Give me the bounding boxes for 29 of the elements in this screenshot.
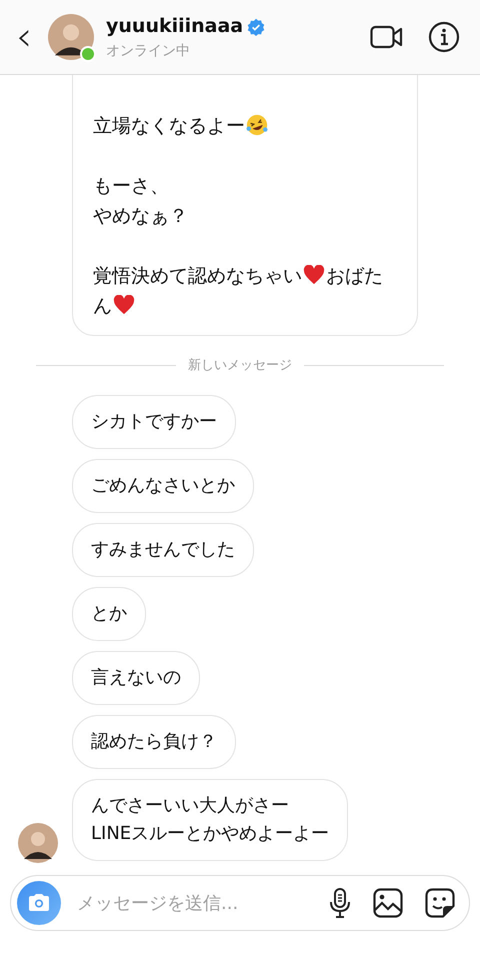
sticker-icon[interactable] [425, 888, 455, 918]
message-text: もーさ、 やめなぁ？ [93, 174, 189, 228]
message-text: 言えないの [91, 666, 181, 690]
laughing-face-icon [246, 114, 268, 136]
message-text: 認めたら負け？ [91, 730, 217, 754]
video-call-icon[interactable] [370, 24, 404, 50]
message-text: ごめんなさいとか [91, 474, 235, 498]
back-button[interactable]: ‹ [12, 17, 36, 57]
message-text: んでさーいい大人がさー [91, 794, 290, 818]
new-messages-divider-label: 新しいメッセージ [188, 356, 292, 374]
image-icon[interactable] [373, 888, 403, 918]
info-icon[interactable] [428, 21, 460, 53]
camera-icon [27, 893, 51, 913]
microphone-icon[interactable] [329, 887, 351, 919]
message-text: LINEスルーとかやめよーよー [91, 822, 330, 846]
heart-icon [113, 294, 135, 314]
message-text: すみませんでした [91, 538, 235, 562]
avatar [48, 14, 94, 60]
message-text: 立場なくなるよー [93, 110, 397, 140]
message-input[interactable]: メッセージを送信... [77, 890, 329, 916]
message-text: とか [91, 602, 127, 626]
avatar [18, 823, 58, 863]
username: yuuukiiinaaa [106, 14, 244, 40]
message-text: 覚悟決めて認めなちゃい おばたん [93, 264, 384, 318]
message-text: シカトですかー [91, 410, 217, 434]
message-composer[interactable]: メッセージを送信... [10, 875, 470, 931]
heart-icon [303, 264, 325, 284]
camera-button[interactable] [17, 881, 61, 925]
online-status: オンライン中 [106, 42, 191, 61]
